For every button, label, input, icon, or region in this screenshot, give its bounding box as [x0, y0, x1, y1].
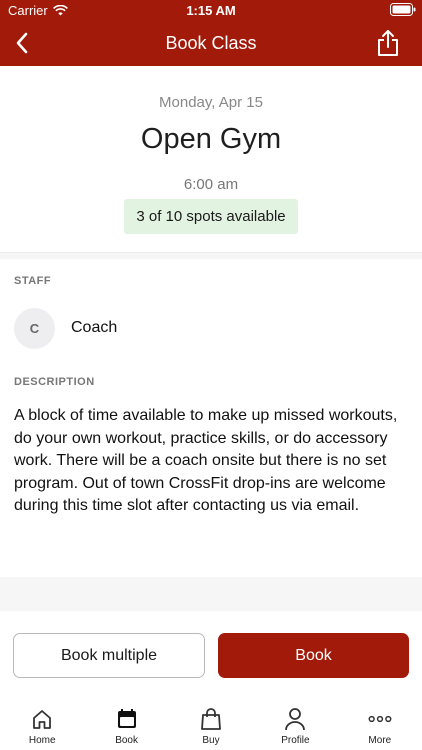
class-date: Monday, Apr 15: [159, 94, 263, 111]
nav-bar: Book Class: [0, 20, 422, 66]
book-button[interactable]: Book: [218, 633, 409, 678]
share-button[interactable]: [374, 27, 402, 59]
tab-label: More: [368, 735, 392, 746]
status-time: 1:15 AM: [186, 3, 236, 18]
description-text: A block of time available to make up mis…: [14, 407, 398, 514]
more-icon: [368, 707, 392, 731]
tab-book[interactable]: Book: [84, 701, 168, 750]
staff-section-label: STAFF: [14, 275, 52, 287]
profile-icon: [283, 707, 307, 731]
tab-label: Profile: [281, 735, 310, 746]
app-header: Carrier 1:15 AM Book Class: [0, 0, 422, 66]
booking-actions: Book multiple Book: [0, 611, 422, 701]
tab-more[interactable]: More: [338, 701, 422, 750]
battery-icon: [390, 3, 416, 16]
tab-label: Home: [28, 735, 56, 746]
section-divider: [0, 577, 422, 611]
home-icon: [30, 707, 54, 731]
tab-home[interactable]: Home: [0, 701, 84, 750]
page-title: Book Class: [165, 33, 257, 53]
tab-label: Book: [115, 735, 138, 746]
class-title: Open Gym: [140, 123, 282, 155]
description-section-label: DESCRIPTION: [14, 376, 95, 388]
tab-profile[interactable]: Profile: [253, 701, 337, 750]
class-details: STAFF C Coach DESCRIPTION A block of tim…: [0, 259, 422, 577]
tab-buy[interactable]: Buy: [169, 701, 253, 750]
book-multiple-button[interactable]: Book multiple: [13, 633, 205, 678]
staff-name: Coach: [71, 319, 118, 336]
tab-bar: Home Book Buy Profile More: [0, 701, 422, 750]
tab-label: Buy: [202, 735, 220, 746]
share-icon: [378, 30, 398, 56]
shopping-bag-icon: [199, 707, 223, 731]
calendar-icon: [115, 707, 139, 731]
staff-avatar: C: [14, 308, 55, 349]
status-bar: Carrier 1:15 AM: [0, 0, 422, 20]
class-summary: Monday, Apr 15 Open Gym 6:00 am 3 of 10 …: [0, 66, 422, 253]
class-time: 6:00 am: [183, 176, 239, 193]
spots-available-badge: 3 of 10 spots available: [124, 199, 298, 234]
